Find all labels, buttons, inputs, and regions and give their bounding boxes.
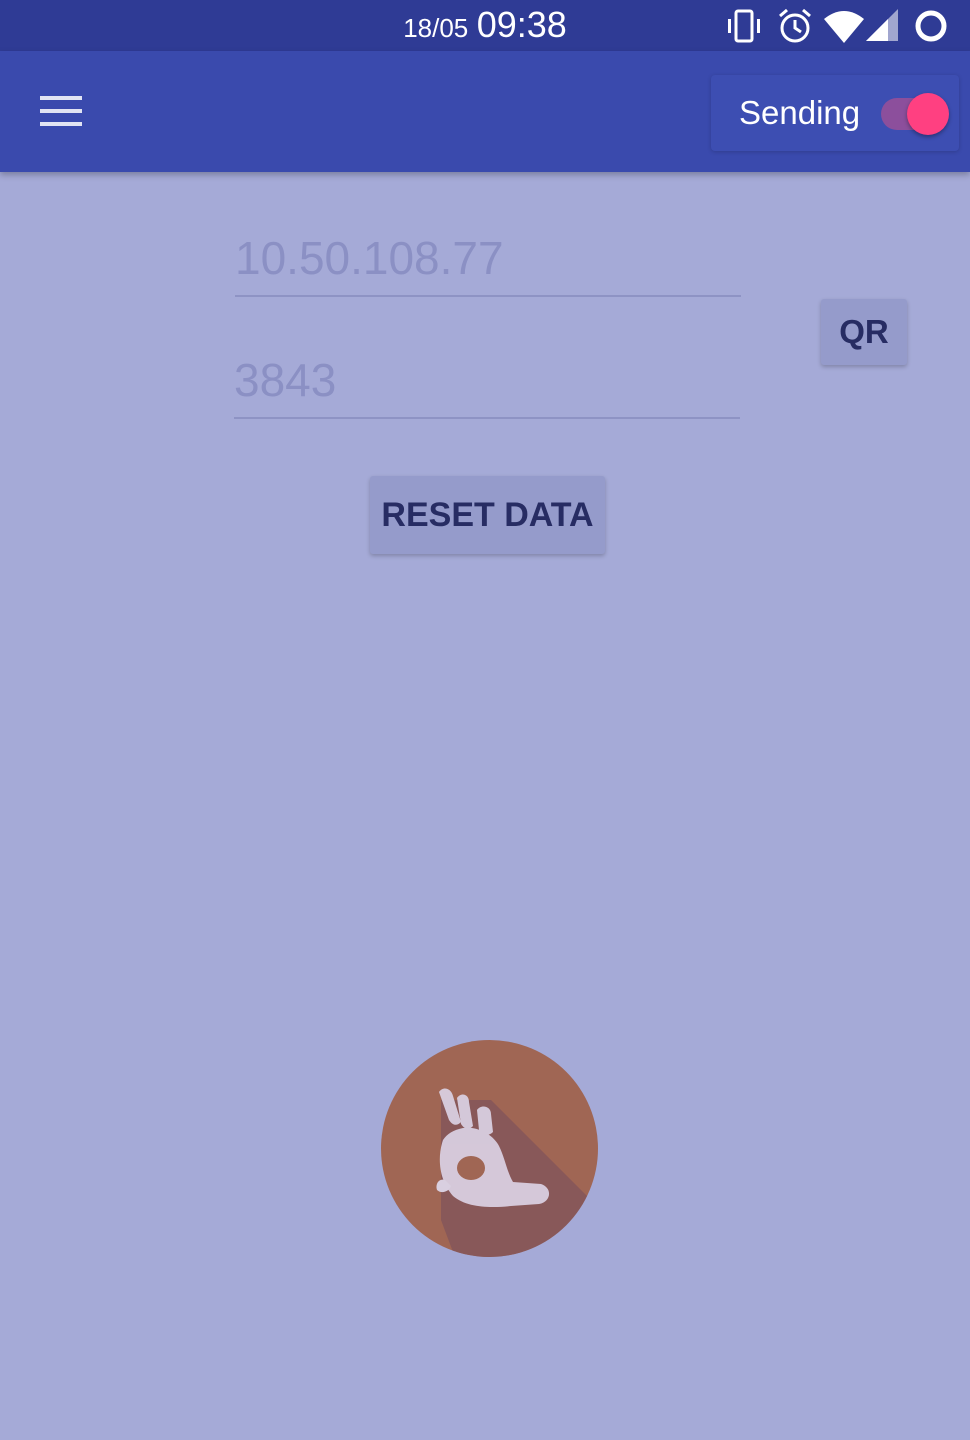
status-bar: 18/05 09:38 [0, 0, 970, 51]
alarm-icon [779, 8, 811, 43]
ok-hand-icon [381, 1040, 598, 1257]
sending-label: Sending [739, 94, 861, 131]
toggle-thumb [907, 93, 949, 135]
port-value: 3843 [234, 354, 337, 406]
sending-toggle[interactable] [879, 91, 953, 137]
qr-button[interactable]: QR [821, 299, 907, 365]
port-field[interactable]: 3843 [234, 354, 740, 419]
status-date: 18/05 [403, 13, 469, 43]
app-bar: Sending [0, 51, 970, 172]
ip-address-field[interactable]: 10.50.108.77 [235, 232, 741, 297]
cell-signal-icon [866, 9, 898, 41]
sending-control: Sending [711, 75, 959, 151]
reset-data-button[interactable]: RESET DATA [370, 476, 605, 554]
battery-ring-icon [915, 10, 947, 42]
ip-address-value: 10.50.108.77 [235, 232, 504, 284]
status-time: 09:38 [476, 4, 567, 45]
menu-icon [40, 96, 82, 126]
wifi-icon [824, 11, 864, 43]
menu-button[interactable] [26, 83, 94, 139]
gesture-badge[interactable] [381, 1040, 598, 1257]
vibrate-icon [728, 9, 760, 43]
